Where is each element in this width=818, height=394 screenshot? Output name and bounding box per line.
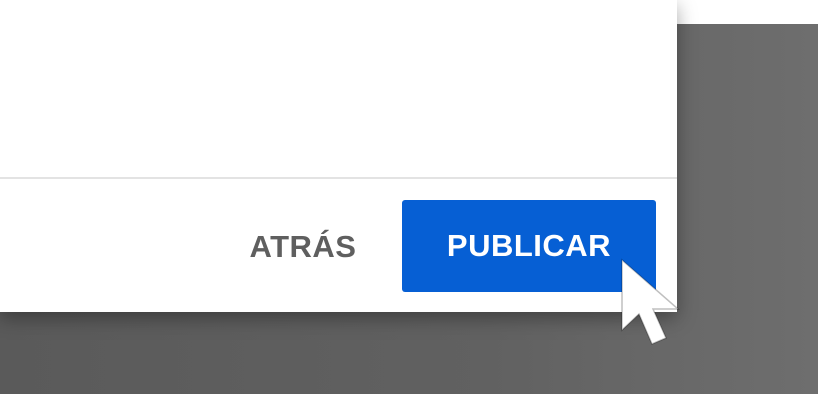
publish-dialog: ATRÁS PUBLICAR (0, 0, 677, 312)
background-strip (677, 0, 818, 24)
dialog-body (0, 0, 677, 177)
publish-button[interactable]: PUBLICAR (402, 200, 656, 292)
back-button[interactable]: ATRÁS (228, 201, 378, 293)
dialog-footer: ATRÁS PUBLICAR (0, 179, 677, 312)
